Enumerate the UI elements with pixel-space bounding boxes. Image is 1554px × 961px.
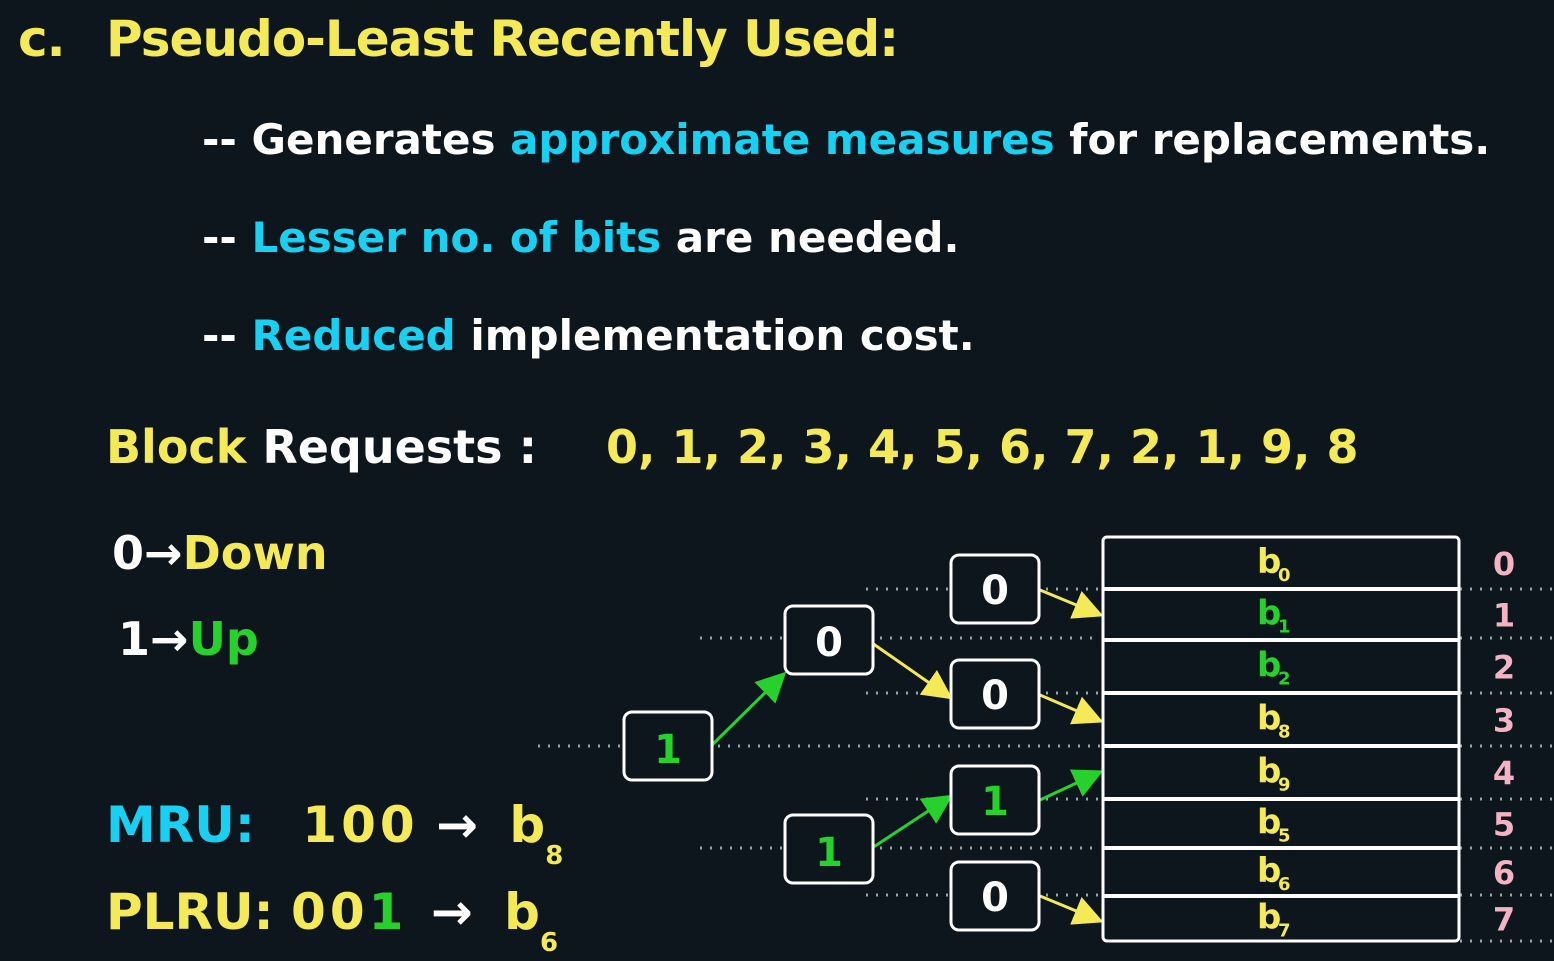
cache-line-index: 1 bbox=[1493, 597, 1515, 635]
cache-line-block-sub: 6 bbox=[1278, 874, 1291, 895]
edge-l2-1-down bbox=[1039, 693, 1104, 725]
cache-line-index: 6 bbox=[1493, 854, 1515, 892]
cache-line: b2 2 bbox=[1257, 646, 1515, 690]
cache-line-index: 3 bbox=[1493, 702, 1515, 740]
edge-l1bottom-up bbox=[871, 794, 954, 850]
tree-node-bit: 0 bbox=[815, 620, 843, 666]
cache-line-index: 2 bbox=[1493, 649, 1515, 687]
edge-l2-2-up bbox=[1039, 769, 1104, 802]
cache-line-block-sub: 7 bbox=[1278, 921, 1291, 942]
cache-line: b9 4 bbox=[1257, 752, 1515, 796]
tree-node-l2-1: 0 bbox=[949, 658, 1041, 730]
cache-line: b1 1 bbox=[1257, 594, 1515, 638]
cache-line-block-sub: 8 bbox=[1278, 722, 1291, 743]
cache-table: b0 0b1 1b2 2b8 3b9 4b5 5b6 6b7 7 bbox=[1101, 535, 1515, 943]
cache-line: b7 7 bbox=[1257, 898, 1515, 942]
edge-root-up bbox=[710, 671, 787, 747]
tree-node-bit: 0 bbox=[981, 875, 1009, 921]
cache-line-index: 4 bbox=[1493, 755, 1515, 793]
cache-line-block-sub: 9 bbox=[1278, 775, 1291, 796]
cache-line: b8 3 bbox=[1257, 699, 1515, 743]
edge-l2-3-down bbox=[1039, 894, 1104, 925]
cache-line: b6 6 bbox=[1257, 851, 1515, 895]
plru-tree-diagram: 1 0 1 0 0 1 0 b0 0b1 1b2 2b8 3b9 4b5 5b6… bbox=[538, 535, 1554, 943]
cache-line: b5 5 bbox=[1257, 803, 1515, 847]
edge-l1top-down bbox=[871, 641, 953, 700]
cache-line-block-sub: 0 bbox=[1278, 565, 1291, 586]
tree-node-bit: 0 bbox=[981, 673, 1009, 719]
tree-node-l2-3: 0 bbox=[949, 860, 1041, 932]
tree-node-l2-0: 0 bbox=[949, 553, 1041, 625]
cache-line-index: 0 bbox=[1493, 545, 1515, 583]
tree-node-bit: 1 bbox=[981, 779, 1009, 825]
cache-line-block-sub: 5 bbox=[1278, 826, 1291, 847]
tree-node-bit: 1 bbox=[654, 727, 682, 773]
tree-node-l2-2: 1 bbox=[949, 764, 1041, 836]
cache-line-index: 5 bbox=[1493, 806, 1515, 844]
tree-node-root: 1 bbox=[622, 710, 714, 782]
cache-line-block-sub: 1 bbox=[1278, 617, 1291, 638]
tree-node-l1-bottom: 1 bbox=[783, 813, 875, 885]
tree-node-l1-top: 0 bbox=[783, 604, 875, 676]
cache-line-index: 7 bbox=[1493, 901, 1515, 939]
tree-node-bit: 0 bbox=[981, 568, 1009, 614]
cache-line: b0 0 bbox=[1257, 542, 1515, 586]
tree-node-bit: 1 bbox=[815, 830, 843, 876]
edge-l2-0-down bbox=[1039, 588, 1104, 619]
cache-line-block-sub: 2 bbox=[1278, 669, 1291, 690]
